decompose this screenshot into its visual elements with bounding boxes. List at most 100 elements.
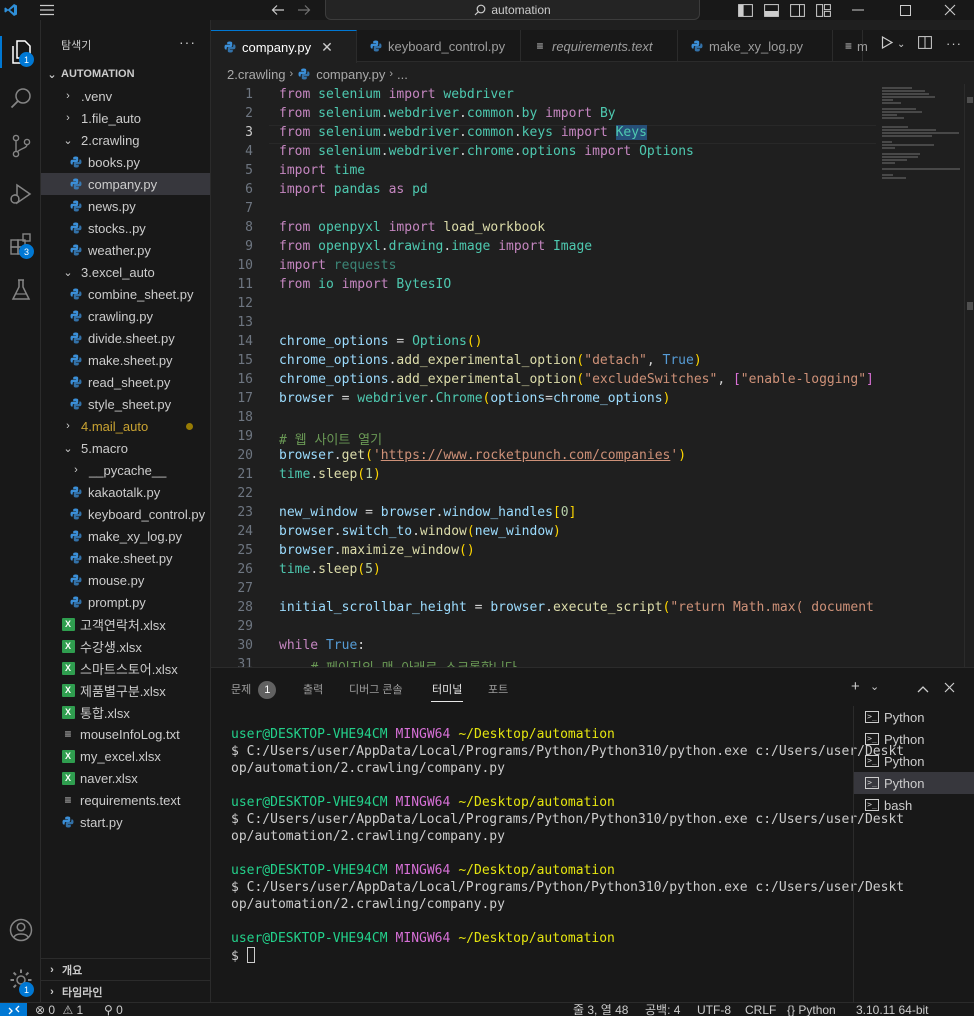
editor-tab[interactable]: ≡ requirements.text — [521, 30, 678, 62]
file-item[interactable]: X 통합.xlsx — [41, 701, 210, 723]
folder-item[interactable]: ⌄ 3.excel_auto — [41, 261, 210, 283]
folder-item[interactable]: ⌄ 2.crawling — [41, 129, 210, 151]
folder-item[interactable]: › 1.file_auto — [41, 107, 210, 129]
breadcrumb-file[interactable]: company.py — [316, 67, 385, 82]
menu-icon[interactable] — [38, 2, 56, 18]
file-item[interactable]: mouse.py — [41, 569, 210, 591]
folder-item[interactable]: › 4.mail_auto — [41, 415, 210, 437]
editor-tab[interactable]: company.py ✕ — [211, 30, 357, 63]
minimap[interactable] — [876, 84, 964, 667]
toggle-primary-sidebar-icon[interactable] — [737, 2, 753, 18]
code-line[interactable]: 23 new_window = browser.window_handles[0] — [211, 505, 876, 524]
code-line[interactable]: 26 time.sleep(5) — [211, 562, 876, 581]
panel-tab[interactable]: 출력 — [303, 681, 323, 697]
breadcrumb-symbols[interactable]: ... — [397, 67, 408, 82]
extensions-icon[interactable]: 3 — [0, 224, 41, 264]
code-line[interactable]: 25 browser.maximize_window() — [211, 543, 876, 562]
code-line[interactable]: 3 from selenium.webdriver.common.keys imp… — [211, 125, 876, 144]
code-line[interactable]: 18 — [211, 410, 876, 429]
code-line[interactable]: 29 — [211, 619, 876, 638]
editor-more-actions-icon[interactable]: ··· — [946, 36, 962, 51]
problems-status[interactable]: ⊗ 0 ⚠ 1 — [35, 1004, 83, 1016]
encoding-status[interactable]: UTF-8 — [697, 1004, 731, 1016]
code-line[interactable]: 8 from openpyxl import load_workbook — [211, 220, 876, 239]
file-item[interactable]: X 고객연락처.xlsx — [41, 613, 210, 635]
toggle-secondary-sidebar-icon[interactable] — [789, 2, 805, 18]
file-item[interactable]: keyboard_control.py — [41, 503, 210, 525]
file-item[interactable]: make.sheet.py — [41, 547, 210, 569]
run-debug-icon[interactable] — [0, 174, 41, 214]
file-item[interactable]: crawling.py — [41, 305, 210, 327]
file-item[interactable]: read_sheet.py — [41, 371, 210, 393]
file-item[interactable]: X 수강생.xlsx — [41, 635, 210, 657]
code-line[interactable]: 4 from selenium.webdriver.chrome.options … — [211, 144, 876, 163]
run-dropdown-chevron-icon[interactable]: ⌄ — [897, 39, 905, 50]
file-item[interactable]: X 스마트스토어.xlsx — [41, 657, 210, 679]
code-line[interactable]: 30 while True: — [211, 638, 876, 657]
terminal-instance[interactable]: >_ Python — [854, 750, 974, 772]
new-terminal-icon[interactable]: + — [851, 678, 860, 695]
language-status[interactable]: {} Python — [787, 1004, 836, 1016]
terminal-instance[interactable]: >_ Python — [854, 728, 974, 750]
file-item[interactable]: books.py — [41, 151, 210, 173]
file-item[interactable]: Xnaver.xlsx — [41, 767, 210, 789]
back-arrow-icon[interactable] — [270, 2, 286, 18]
code-line[interactable]: 5 import time — [211, 163, 876, 182]
file-item[interactable]: Xmy_excel.xlsx — [41, 745, 210, 767]
code-line[interactable]: 14 chrome_options = Options() — [211, 334, 876, 353]
code-editor[interactable]: 1 from selenium import webdriver 2 from sel… — [211, 84, 876, 667]
close-panel-icon[interactable] — [944, 680, 955, 697]
close-icon[interactable] — [942, 2, 958, 18]
search-icon[interactable] — [0, 78, 41, 118]
terminal-instance[interactable]: >_ bash — [854, 794, 974, 816]
interpreter-status[interactable]: 3.10.11 64-bit — [856, 1004, 929, 1016]
customize-layout-icon[interactable] — [815, 2, 831, 18]
account-icon[interactable] — [0, 910, 41, 950]
maximize-icon[interactable] — [897, 2, 913, 18]
testing-icon[interactable] — [0, 270, 41, 310]
file-item[interactable]: ≡ requirements.text — [41, 789, 210, 811]
explorer-icon[interactable]: 1 — [0, 32, 41, 72]
code-line[interactable]: 6 import pandas as pd — [211, 182, 876, 201]
split-editor-icon[interactable] — [918, 36, 932, 52]
panel-tab[interactable]: 디버그 콘솔 — [349, 681, 403, 697]
file-item[interactable]: divide.sheet.py — [41, 327, 210, 349]
code-line[interactable]: 15 chrome_options.add_experimental_option… — [211, 353, 876, 372]
code-line[interactable]: 21 time.sleep(1) — [211, 467, 876, 486]
run-python-icon[interactable] — [881, 35, 894, 52]
file-item[interactable]: style_sheet.py — [41, 393, 210, 415]
file-item[interactable]: start.py — [41, 811, 210, 833]
code-line[interactable]: 17 browser = webdriver.Chrome(options=chr… — [211, 391, 876, 410]
code-line[interactable]: 31 # 페이지의 맨 아래로 스크롤합니다. — [211, 657, 876, 667]
code-line[interactable]: 13 — [211, 315, 876, 334]
ports-status[interactable]: ⚲ 0 — [104, 1004, 123, 1016]
file-item[interactable]: X 제품별구분.xlsx — [41, 679, 210, 701]
panel-tab[interactable]: 포트 — [488, 681, 508, 697]
file-item[interactable]: news.py — [41, 195, 210, 217]
code-line[interactable]: 22 — [211, 486, 876, 505]
code-line[interactable]: 1 from selenium import webdriver — [211, 87, 876, 106]
file-item[interactable]: make.sheet.py — [41, 349, 210, 371]
settings-gear-icon[interactable]: 1 — [0, 960, 41, 1000]
folder-item[interactable]: ⌄ 5.macro — [41, 437, 210, 459]
code-line[interactable]: 11 from io import BytesIO — [211, 277, 876, 296]
folder-item[interactable]: › __pycache__ — [41, 459, 210, 481]
terminal-instance[interactable]: >_ Python — [854, 706, 974, 728]
maximize-panel-icon[interactable] — [917, 680, 929, 697]
panel-tab[interactable]: 문제 1 — [231, 681, 277, 699]
code-line[interactable]: 28 initial_scrollbar_height = browser.exe… — [211, 600, 876, 619]
close-tab-icon[interactable]: ✕ — [321, 39, 333, 56]
command-center-search[interactable]: automation — [325, 0, 700, 20]
file-item[interactable]: combine_sheet.py — [41, 283, 210, 305]
terminal-dropdown-chevron-icon[interactable]: ⌄ — [870, 680, 879, 693]
file-item[interactable]: make_xy_log.py — [41, 525, 210, 547]
forward-arrow-icon[interactable] — [296, 2, 312, 18]
panel-tab[interactable]: 터미널 — [430, 681, 464, 702]
editor-tab[interactable]: ≡ m — [833, 30, 868, 62]
code-line[interactable]: 20 browser.get('https://www.rocketpunch.c… — [211, 448, 876, 467]
source-control-icon[interactable] — [0, 126, 41, 166]
code-line[interactable]: 7 — [211, 201, 876, 220]
editor-tab[interactable]: keyboard_control.py — [357, 30, 521, 62]
file-item[interactable]: company.py — [41, 173, 210, 195]
code-line[interactable]: 9 from openpyxl.drawing.image import Imag… — [211, 239, 876, 258]
